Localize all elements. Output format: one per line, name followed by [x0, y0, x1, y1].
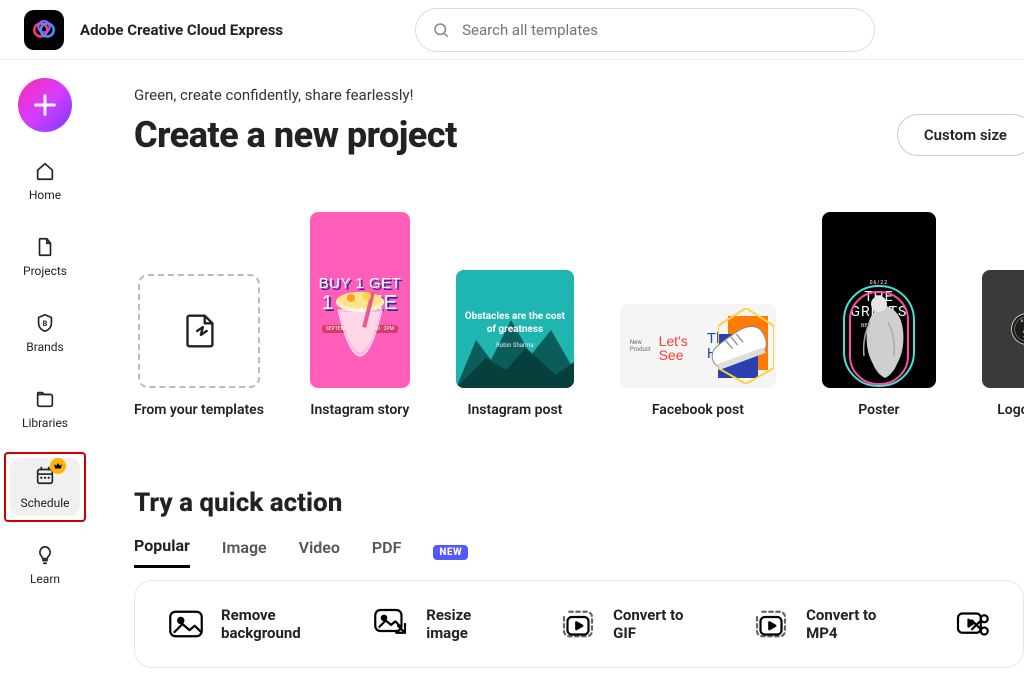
qa-label: Remove background: [221, 606, 320, 642]
tagline: Green, create confidently, share fearles…: [134, 86, 1024, 104]
fb-text1: Let's See: [659, 334, 707, 362]
sidebar-item-label: Home: [29, 188, 61, 202]
sidebar-item-brands[interactable]: B Brands: [10, 306, 80, 360]
sidebar-item-label: Projects: [23, 264, 67, 278]
quick-actions-tabs: Popular Image Video PDF NEW: [134, 536, 1024, 570]
folder-icon: [34, 388, 56, 410]
sidebar-item-home[interactable]: Home: [10, 154, 80, 208]
sidebar-item-label: Brands: [26, 340, 63, 354]
logo-illustration: DUSK: [1010, 285, 1024, 373]
custom-size-button[interactable]: Custom size: [897, 114, 1024, 156]
tab-popular[interactable]: Popular: [134, 536, 190, 568]
tab-image[interactable]: Image: [222, 538, 267, 567]
svg-text:B: B: [43, 319, 48, 328]
sidebar-item-projects[interactable]: Projects: [10, 230, 80, 284]
milkshake-illustration: [323, 292, 397, 388]
new-project-button[interactable]: [18, 78, 72, 132]
sidebar: Home Projects B Brands Libraries: [0, 60, 90, 700]
ig-story-text1: BUY 1 GET: [319, 275, 402, 292]
template-card-facebook-post[interactable]: New Product Let's See The HYPE Facebook …: [620, 304, 776, 418]
quick-actions-title: Try a quick action: [134, 488, 1024, 518]
premium-badge-icon: [50, 458, 66, 474]
search-input[interactable]: [462, 21, 858, 39]
remove-bg-icon: [165, 603, 207, 645]
lightbulb-icon: [34, 544, 56, 566]
statue-illustration: [834, 268, 924, 388]
qa-convert-gif[interactable]: Convert to GIF: [557, 603, 700, 645]
template-card-label: Logo: [997, 402, 1024, 418]
tab-video[interactable]: Video: [299, 538, 340, 567]
home-icon: [34, 160, 56, 182]
sidebar-item-learn[interactable]: Learn: [10, 538, 80, 592]
app-header: Adobe Creative Cloud Express: [0, 0, 1024, 60]
sidebar-item-libraries[interactable]: Libraries: [10, 382, 80, 436]
template-card-label: Instagram post: [467, 402, 562, 418]
template-card-label: Instagram story: [310, 402, 409, 418]
new-badge: NEW: [433, 545, 468, 560]
qa-convert-mp4[interactable]: Convert to MP4: [750, 603, 901, 645]
folded-page-icon: [176, 308, 222, 354]
template-card-poster[interactable]: 06/22 THE GREATS NEW EXHIBIT Poster: [822, 212, 936, 418]
app-logo: [24, 10, 64, 50]
quick-actions-panel: Remove background Resize image Convert t…: [134, 580, 1024, 668]
sidebar-item-label: Learn: [30, 572, 60, 586]
convert-mp4-icon: [750, 603, 792, 645]
template-card-label: Poster: [858, 402, 899, 418]
template-card-instagram-story[interactable]: BUY 1 GET 1 FREE SEPTEMBER 15TH 2020 · 2…: [310, 212, 410, 418]
creative-cloud-icon: [31, 17, 57, 43]
trim-icon: [951, 603, 993, 645]
qa-remove-background[interactable]: Remove background: [165, 603, 320, 645]
fb-sub: New Product: [630, 339, 659, 353]
page-title: Create a new project: [134, 114, 457, 156]
resize-icon: [370, 603, 412, 645]
qa-label: Convert to GIF: [613, 606, 700, 642]
document-icon: [34, 236, 56, 258]
qa-resize-image[interactable]: Resize image: [370, 603, 507, 645]
app-title: Adobe Creative Cloud Express: [80, 21, 283, 39]
template-cards-row: From your templates BUY 1 GET 1 FREE SEP…: [134, 212, 1024, 418]
tab-pdf[interactable]: PDF: [372, 538, 401, 567]
ig-post-text: Obstacles are the cost of greatness: [464, 310, 566, 336]
plus-icon: [31, 91, 59, 119]
search-field[interactable]: [415, 8, 875, 52]
template-card-instagram-post[interactable]: Obstacles are the cost of greatness Robi…: [456, 270, 574, 418]
template-card-logo[interactable]: DUSK Logo: [982, 270, 1024, 418]
qa-label: Convert to MP4: [806, 606, 901, 642]
ig-post-author: Robin Sharma: [496, 342, 533, 349]
template-card-label: Facebook post: [652, 402, 744, 418]
template-card-label: From your templates: [134, 402, 264, 418]
qa-more[interactable]: [951, 603, 993, 645]
shield-icon: B: [34, 312, 56, 334]
sidebar-item-schedule[interactable]: Schedule: [10, 458, 80, 516]
qa-label: Resize image: [426, 606, 507, 642]
convert-gif-icon: [557, 603, 599, 645]
main-content: Green, create confidently, share fearles…: [90, 60, 1024, 700]
template-card-from-templates[interactable]: From your templates: [134, 274, 264, 418]
search-icon: [432, 21, 450, 39]
sidebar-item-label: Schedule: [20, 496, 69, 510]
sidebar-item-label: Libraries: [22, 416, 68, 430]
